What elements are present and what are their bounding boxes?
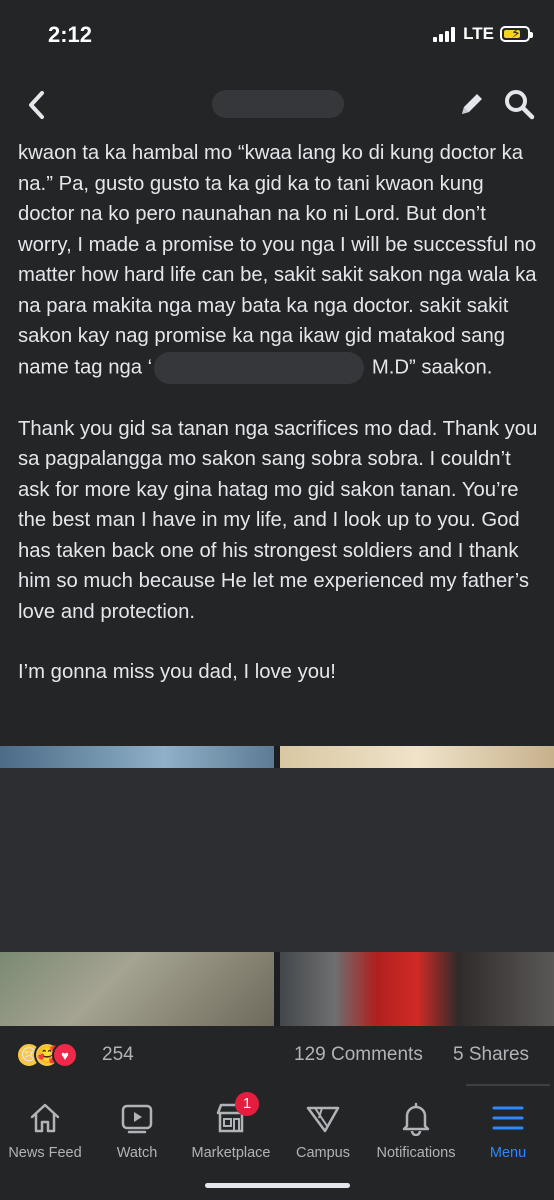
back-button[interactable] <box>22 86 54 124</box>
battery-icon: ⚡ <box>500 25 533 42</box>
post-photo[interactable] <box>280 952 554 1026</box>
tab-campus[interactable]: Campus <box>280 1088 366 1168</box>
campus-icon <box>306 1106 340 1133</box>
reaction-icons[interactable]: 😢 🥰 ♥ <box>16 1042 78 1068</box>
tab-label: Notifications <box>376 1145 456 1161</box>
tab-label: Marketplace <box>191 1145 271 1161</box>
divider <box>466 1084 550 1086</box>
network-type-label: LTE <box>463 24 494 43</box>
post-text-segment: kwaon ta ka hambal mo “kwaa lang ko di k… <box>18 142 537 378</box>
comments-count[interactable]: 129 Comments <box>294 1044 423 1066</box>
hamburger-menu-icon <box>492 1106 524 1130</box>
tab-notifications[interactable]: Notifications <box>368 1088 464 1168</box>
edit-button[interactable] <box>456 88 488 120</box>
home-indicator[interactable] <box>205 1183 350 1188</box>
redacted-name <box>154 351 365 384</box>
search-icon <box>505 90 535 120</box>
notification-badge: 1 <box>235 1092 259 1116</box>
post-paragraph: Thank you gid sa tanan nga sacrifices mo… <box>18 417 538 623</box>
tab-label: Watch <box>116 1145 158 1161</box>
home-icon <box>30 1103 60 1133</box>
reactions-summary: 😢 🥰 ♥ 254 129 Comments 5 Shares <box>0 1034 554 1078</box>
post-header <box>0 76 554 134</box>
tab-watch[interactable]: Watch <box>92 1088 182 1168</box>
tab-menu[interactable]: Menu <box>466 1088 550 1168</box>
cellular-signal-icon <box>433 26 456 42</box>
redacted-author-name <box>212 90 344 118</box>
tab-label: Menu <box>489 1145 527 1161</box>
bell-icon <box>402 1102 430 1136</box>
tab-label: Campus <box>296 1145 350 1161</box>
shares-count[interactable]: 5 Shares <box>453 1044 529 1066</box>
status-time: 2:12 <box>48 22 93 47</box>
chevron-left-icon <box>29 91 44 119</box>
photo-loading-area <box>0 768 554 952</box>
status-indicators: LTE ⚡ <box>433 24 533 44</box>
post-photo[interactable] <box>0 952 274 1026</box>
video-icon <box>121 1104 153 1134</box>
post-photo-grid[interactable] <box>0 746 554 1026</box>
post-body: kwaon ta ka hambal mo “kwaa lang ko di k… <box>18 138 542 688</box>
tab-news-feed[interactable]: News Feed <box>0 1088 90 1168</box>
pencil-icon <box>462 94 482 114</box>
post-photo[interactable] <box>0 746 274 768</box>
status-bar: 2:12 LTE ⚡ <box>0 0 554 66</box>
post-photo[interactable] <box>280 746 554 768</box>
post-paragraph: I’m gonna miss you dad, I love you! <box>18 661 336 683</box>
love-reaction-icon: ♥ <box>52 1042 78 1068</box>
tab-label: News Feed <box>8 1145 82 1161</box>
reaction-count[interactable]: 254 <box>102 1044 134 1066</box>
post-paragraph: kwaon ta ka hambal mo “kwaa lang ko di k… <box>18 138 542 384</box>
search-button[interactable] <box>502 86 536 122</box>
tab-marketplace[interactable]: 1 Marketplace <box>185 1088 277 1168</box>
post-text-segment: M.D” saakon. <box>366 355 493 378</box>
